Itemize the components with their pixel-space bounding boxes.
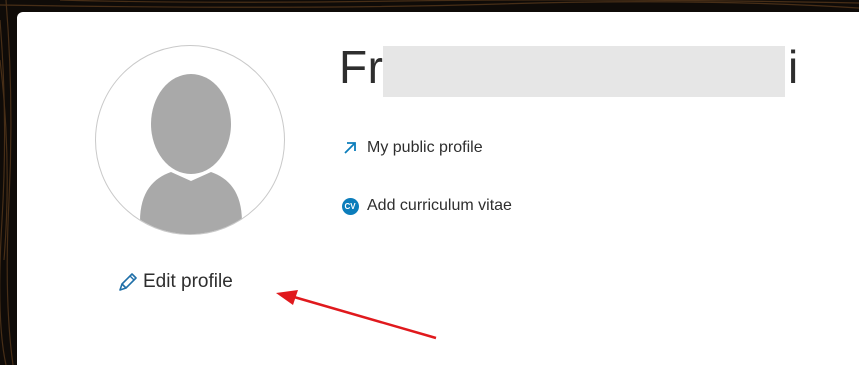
edit-profile-label: Edit profile: [143, 271, 233, 292]
add-cv-label: Add curriculum vitae: [367, 197, 512, 214]
profile-avatar[interactable]: [95, 45, 285, 235]
pencil-icon: [117, 271, 139, 293]
edit-profile-link[interactable]: Edit profile: [117, 271, 233, 293]
user-silhouette-icon: [140, 74, 242, 234]
public-profile-label: My public profile: [367, 139, 483, 156]
external-arrow-icon: [341, 139, 359, 157]
add-cv-link[interactable]: CV Add curriculum vitae: [341, 197, 512, 215]
public-profile-link[interactable]: My public profile: [341, 139, 483, 157]
cv-badge-text: CV: [341, 197, 359, 215]
name-redaction: [383, 46, 785, 97]
profile-name: Fr: [339, 40, 383, 94]
cv-badge-icon: CV: [341, 197, 359, 215]
profile-name-tail: i: [788, 40, 799, 94]
profile-name-last-char: i: [788, 41, 799, 93]
profile-name-visible: Fr: [339, 41, 384, 93]
